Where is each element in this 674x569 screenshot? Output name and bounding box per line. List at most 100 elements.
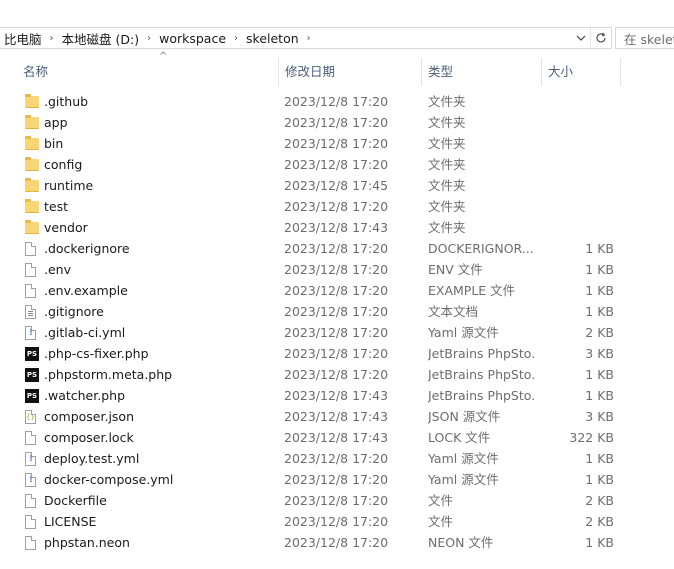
file-modified-date: 2023/12/8 17:20	[284, 346, 389, 361]
column-header-date[interactable]: 修改日期	[278, 58, 421, 86]
file-size: 2 KB	[585, 493, 614, 508]
breadcrumb-separator-icon[interactable]: ›	[303, 33, 315, 44]
file-row[interactable]: test 2023/12/8 17:20 文件夹	[0, 196, 674, 217]
yaml-file-icon	[25, 472, 36, 487]
breadcrumb: 比电脑 › 本地磁盘 (D:) › workspace › skeleton ›	[0, 28, 572, 48]
file-row[interactable]: .gitlab-ci.yml 2023/12/8 17:20 Yaml 源文件 2 K…	[0, 322, 674, 343]
file-name: runtime	[44, 178, 94, 193]
file-name: composer.json	[44, 409, 135, 424]
file-modified-date: 2023/12/8 17:20	[284, 304, 389, 319]
file-row[interactable]: .gitignore 2023/12/8 17:20 文本文档 1 KB	[0, 301, 674, 322]
column-header-type[interactable]: 类型	[421, 58, 541, 86]
file-row[interactable]: bin 2023/12/8 17:20 文件夹	[0, 133, 674, 154]
file-name: .github	[44, 94, 89, 109]
file-row[interactable]: deploy.test.yml 2023/12/8 17:20 Yaml 源文件 1 …	[0, 448, 674, 469]
file-modified-date: 2023/12/8 17:43	[284, 409, 389, 424]
folder-icon	[25, 177, 39, 192]
file-size: 1 KB	[585, 241, 614, 256]
yaml-file-icon	[25, 325, 36, 340]
file-row[interactable]: Dockerfile 2023/12/8 17:20 文件 2 KB	[0, 490, 674, 511]
file-modified-date: 2023/12/8 17:43	[284, 430, 389, 445]
file-row[interactable]: composer.json 2023/12/8 17:43 JSON 源文件 3 KB	[0, 406, 674, 427]
folder-icon	[25, 135, 39, 150]
file-modified-date: 2023/12/8 17:20	[284, 451, 389, 466]
file-icon-cell	[25, 217, 39, 238]
breadcrumb-this-pc[interactable]: 比电脑	[0, 29, 46, 48]
file-row[interactable]: PS .watcher.php 2023/12/8 17:43 JetBrains P…	[0, 385, 674, 406]
column-header-name[interactable]: ^ 名称	[17, 52, 277, 86]
file-modified-date: 2023/12/8 17:20	[284, 94, 389, 109]
file-type: JetBrains PhpSto...	[428, 367, 536, 382]
file-name: Dockerfile	[44, 493, 107, 508]
file-icon-cell: PS	[25, 343, 39, 364]
file-name: .phpstorm.meta.php	[44, 367, 173, 382]
folder-icon	[25, 219, 39, 234]
phpstorm-icon: PS	[25, 367, 39, 382]
file-modified-date: 2023/12/8 17:20	[284, 493, 389, 508]
file-row[interactable]: .dockerignore 2023/12/8 17:20 DOCKERIGNOR.…	[0, 238, 674, 259]
file-type: 文件	[428, 493, 454, 508]
file-icon-cell	[25, 448, 39, 469]
folder-icon	[25, 114, 39, 129]
file-size	[548, 217, 614, 238]
file-row[interactable]: config 2023/12/8 17:20 文件夹	[0, 154, 674, 175]
file-type: 文件夹	[428, 220, 466, 235]
chevron-down-icon	[576, 35, 586, 41]
file-row[interactable]: LICENSE 2023/12/8 17:20 文件 2 KB	[0, 511, 674, 532]
breadcrumb-drive-d[interactable]: 本地磁盘 (D:)	[58, 29, 144, 48]
file-size: 1 KB	[585, 367, 614, 382]
file-row[interactable]: .github 2023/12/8 17:20 文件夹	[0, 91, 674, 112]
file-size	[548, 133, 614, 154]
file-list: .github 2023/12/8 17:20 文件夹 app 2023/12/8 17…	[0, 91, 674, 553]
file-type: 文件	[428, 514, 454, 529]
breadcrumb-workspace[interactable]: workspace	[155, 31, 230, 46]
file-row[interactable]: phpstan.neon 2023/12/8 17:20 NEON 文件 1 KB	[0, 532, 674, 553]
file-row[interactable]: composer.lock 2023/12/8 17:43 LOCK 文件 322 K…	[0, 427, 674, 448]
file-size	[548, 154, 614, 175]
column-header-size[interactable]: 大小	[541, 58, 621, 86]
file-name: LICENSE	[44, 514, 97, 529]
address-history-dropdown[interactable]	[572, 28, 590, 48]
column-header-size-label: 大小	[548, 64, 574, 79]
file-icon-cell	[25, 469, 39, 490]
file-size: 1 KB	[585, 388, 614, 403]
file-icon-cell	[25, 133, 39, 154]
file-row[interactable]: docker-compose.yml 2023/12/8 17:20 Yaml 源文…	[0, 469, 674, 490]
breadcrumb-separator-icon[interactable]: ›	[46, 33, 58, 44]
file-modified-date: 2023/12/8 17:20	[284, 367, 389, 382]
file-row[interactable]: runtime 2023/12/8 17:45 文件夹	[0, 175, 674, 196]
file-size: 2 KB	[585, 514, 614, 529]
file-icon	[25, 493, 36, 508]
file-type: 文本文档	[428, 304, 479, 319]
file-icon-cell	[25, 238, 39, 259]
file-type: JSON 源文件	[428, 409, 501, 424]
file-row[interactable]: PS .phpstorm.meta.php 2023/12/8 17:20 JetBr…	[0, 364, 674, 385]
file-name: .gitlab-ci.yml	[44, 325, 126, 340]
file-row[interactable]: PS .php-cs-fixer.php 2023/12/8 17:20 JetBra…	[0, 343, 674, 364]
file-type: Yaml 源文件	[428, 325, 499, 340]
file-row[interactable]: .env 2023/12/8 17:20 ENV 文件 1 KB	[0, 259, 674, 280]
address-bar[interactable]: 比电脑 › 本地磁盘 (D:) › workspace › skeleton ›	[0, 27, 612, 49]
file-name: .php-cs-fixer.php	[44, 346, 149, 361]
file-size: 1 KB	[585, 262, 614, 277]
file-row[interactable]: vendor 2023/12/8 17:43 文件夹	[0, 217, 674, 238]
file-modified-date: 2023/12/8 17:43	[284, 388, 389, 403]
file-modified-date: 2023/12/8 17:43	[284, 220, 389, 235]
breadcrumb-separator-icon[interactable]: ›	[230, 33, 242, 44]
file-icon-cell: PS	[25, 364, 39, 385]
file-size	[548, 196, 614, 217]
file-name: app	[44, 115, 68, 130]
file-type: NEON 文件	[428, 535, 494, 550]
file-modified-date: 2023/12/8 17:45	[284, 178, 389, 193]
refresh-icon	[596, 32, 606, 43]
breadcrumb-skeleton[interactable]: skeleton	[242, 31, 303, 46]
file-row[interactable]: app 2023/12/8 17:20 文件夹	[0, 112, 674, 133]
breadcrumb-separator-icon[interactable]: ›	[143, 33, 155, 44]
refresh-button[interactable]	[590, 28, 611, 48]
search-input[interactable]: 在 skelet	[615, 27, 674, 49]
file-row[interactable]: .env.example 2023/12/8 17:20 EXAMPLE 文件 1 K…	[0, 280, 674, 301]
column-header-name-label: 名称	[23, 64, 49, 79]
file-icon-cell	[25, 259, 39, 280]
file-icon	[25, 430, 36, 445]
file-name: .env	[44, 262, 71, 277]
